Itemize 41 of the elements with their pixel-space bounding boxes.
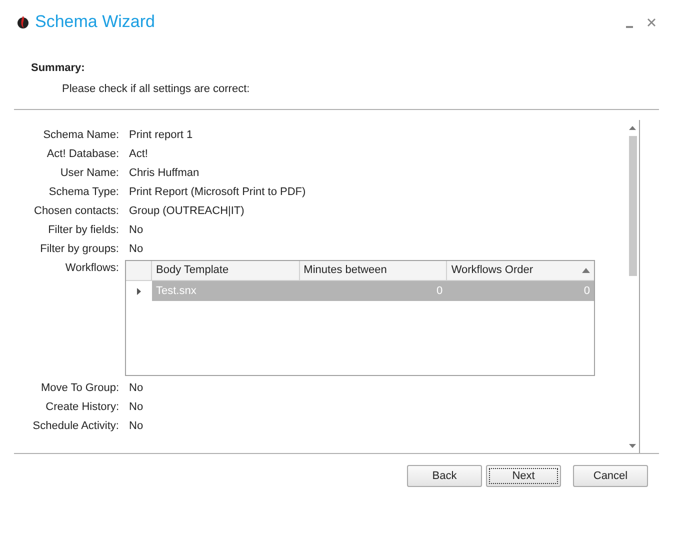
- wizard-button[interactable]: Cancel: [573, 465, 648, 487]
- setting-value: Print Report (Microsoft Print to PDF): [129, 185, 306, 200]
- table-cell: Test.snx: [152, 281, 300, 301]
- column-header[interactable]: Minutes between: [300, 261, 448, 280]
- summary-instruction: Please check if all settings are correct:: [61, 82, 251, 96]
- setting-label: Chosen contacts:: [33, 204, 119, 219]
- setting-value: No: [129, 381, 144, 396]
- setting-value: Print report 1: [129, 128, 193, 143]
- setting-label: Move To Group:: [40, 381, 119, 396]
- table-cell: 0: [299, 281, 447, 301]
- scrollbar-thumb[interactable]: [628, 136, 636, 276]
- window-title: Schema Wizard: [35, 11, 155, 34]
- setting-label: Act! Database:: [46, 147, 119, 162]
- summary-heading: Summary:: [31, 61, 86, 76]
- table-cell: 0: [446, 281, 594, 301]
- setting-value: Chris Huffman: [129, 166, 200, 181]
- setting-label: Filter by groups:: [39, 242, 119, 257]
- sort-ascending-icon[interactable]: [582, 268, 590, 273]
- scroll-up-icon[interactable]: [629, 126, 636, 130]
- setting-value: No: [129, 400, 144, 415]
- setting-value: Group (OUTREACH|IT): [129, 204, 244, 219]
- setting-value: No: [129, 419, 144, 434]
- setting-value: No: [129, 242, 144, 257]
- setting-label: Workflows:: [64, 261, 119, 276]
- setting-label: Create History:: [44, 400, 119, 415]
- column-header[interactable]: Workflows Order: [447, 261, 594, 280]
- row-pointer-icon: [137, 288, 141, 294]
- column-header[interactable]: Body Template: [152, 261, 300, 280]
- vertical-scrollbar[interactable]: [626, 120, 640, 454]
- scroll-down-icon[interactable]: [629, 444, 636, 448]
- setting-label: Schema Type:: [48, 185, 119, 200]
- setting-value: No: [129, 223, 144, 238]
- setting-label: User Name:: [59, 166, 119, 181]
- flame-logo-icon: [17, 15, 29, 29]
- setting-label: Schedule Activity:: [32, 419, 119, 434]
- wizard-button[interactable]: Back: [407, 465, 482, 487]
- setting-value: Act!: [129, 147, 148, 162]
- close-button[interactable]: [645, 16, 657, 28]
- wizard-button[interactable]: Next: [486, 465, 561, 487]
- setting-label: Filter by fields:: [47, 223, 119, 238]
- setting-label: Schema Name:: [42, 128, 119, 143]
